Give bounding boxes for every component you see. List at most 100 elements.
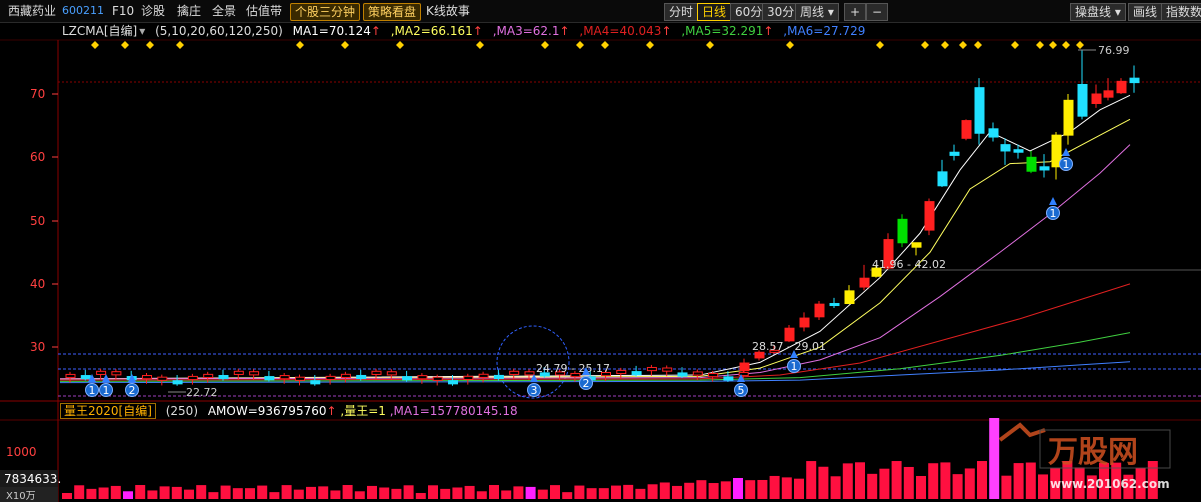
candle-body bbox=[692, 371, 703, 376]
volume-bar bbox=[794, 478, 804, 499]
volume-bar bbox=[684, 482, 695, 499]
y-tick-label: 30 bbox=[30, 340, 45, 354]
range-label: 41.96 - 42.02 bbox=[872, 258, 946, 271]
candle-body bbox=[723, 376, 734, 381]
volume-bar bbox=[952, 474, 963, 499]
volume-bar bbox=[452, 487, 463, 499]
volume-bar bbox=[769, 475, 780, 499]
signal-diamond-icon bbox=[786, 41, 794, 49]
candle-body bbox=[739, 362, 750, 372]
volume-bar bbox=[379, 487, 390, 499]
candle-body bbox=[662, 367, 673, 372]
candle-body bbox=[432, 376, 443, 381]
volume-bar bbox=[440, 488, 451, 499]
candle-body bbox=[493, 374, 504, 380]
volume-bar bbox=[513, 486, 524, 499]
candle-body bbox=[279, 375, 290, 380]
candle-body bbox=[1077, 84, 1088, 117]
candle-body bbox=[646, 366, 657, 372]
high-price-label: 76.99 bbox=[1098, 44, 1130, 57]
candle-body bbox=[1000, 144, 1011, 152]
candle-body bbox=[949, 151, 960, 156]
volume-bar bbox=[135, 485, 146, 499]
volume-bar bbox=[720, 481, 731, 499]
volume-bar bbox=[1013, 463, 1024, 499]
volume-bar bbox=[623, 484, 634, 499]
candle-body bbox=[249, 371, 260, 376]
volume-bar bbox=[855, 462, 865, 499]
candle-body bbox=[233, 370, 244, 375]
badge-number: 1 bbox=[791, 360, 798, 373]
volume-bar bbox=[635, 488, 646, 499]
volume-bar bbox=[659, 482, 670, 499]
volume-bar bbox=[672, 485, 682, 499]
signal-diamond-icon bbox=[941, 41, 949, 49]
volume-bar bbox=[489, 485, 499, 499]
volume-bar bbox=[745, 480, 756, 499]
volume-bar bbox=[159, 486, 170, 499]
candlesticks bbox=[65, 49, 1140, 386]
watermark-url: www.201062.com bbox=[1050, 477, 1170, 491]
range-label: 28.57 - 29.01 bbox=[752, 340, 826, 353]
volume-bars bbox=[62, 418, 1158, 499]
candle-body bbox=[386, 371, 397, 376]
signal-diamond-icon bbox=[296, 41, 304, 49]
volume-bar bbox=[708, 483, 719, 499]
volume-bar bbox=[281, 485, 292, 499]
candle-body bbox=[448, 380, 458, 385]
up-arrow-icon bbox=[102, 374, 110, 382]
volume-bar bbox=[903, 466, 914, 499]
badge-group: 1 1 2 325111 bbox=[85, 148, 1073, 397]
sub-current-value: 7834633. bbox=[4, 472, 61, 486]
low-price-label: 22.72 bbox=[186, 386, 218, 399]
volume-bar bbox=[989, 418, 1000, 499]
kline-chart[interactable]: 70 60 50 40 30 76.99 22.72 41.96 - 42.02… bbox=[0, 0, 1201, 502]
volume-bar bbox=[367, 485, 377, 499]
volume-bar bbox=[232, 488, 243, 499]
volume-bar bbox=[464, 485, 475, 499]
candle-body bbox=[1091, 93, 1102, 104]
signal-diamond-icon bbox=[1049, 41, 1057, 49]
candle-body bbox=[924, 201, 935, 231]
volume-bar bbox=[867, 473, 878, 499]
volume-bar bbox=[62, 493, 72, 499]
candle-body bbox=[631, 371, 642, 376]
candle-body bbox=[96, 370, 107, 375]
candle-body bbox=[187, 375, 198, 381]
volume-bar bbox=[806, 461, 817, 499]
candle-body bbox=[203, 373, 214, 379]
candle-body bbox=[80, 375, 91, 380]
volume-bar bbox=[757, 479, 768, 499]
volume-bar bbox=[964, 468, 975, 499]
volume-bar bbox=[1038, 474, 1048, 499]
y-tick-label: 60 bbox=[30, 150, 45, 164]
volume-bar bbox=[269, 492, 280, 499]
candle-body bbox=[1129, 77, 1140, 84]
signal-diamond-icon bbox=[1062, 41, 1070, 49]
volume-bar bbox=[647, 484, 658, 499]
volume-bar bbox=[147, 490, 158, 499]
signal-markers bbox=[91, 41, 1084, 49]
sub-y-tick-label: 1000 bbox=[6, 445, 37, 459]
candle-body bbox=[111, 371, 122, 376]
signal-diamond-icon bbox=[1036, 41, 1044, 49]
candle-body bbox=[371, 370, 382, 375]
volume-bar bbox=[123, 491, 133, 499]
volume-bar bbox=[245, 488, 255, 499]
volume-bar bbox=[354, 491, 365, 499]
ma3-line bbox=[59, 144, 1131, 380]
candle-body bbox=[844, 290, 855, 305]
candle-body bbox=[478, 373, 489, 378]
volume-bar bbox=[940, 462, 951, 499]
amow-value: AMOW=936795760 bbox=[207, 404, 327, 418]
volume-bar bbox=[330, 490, 341, 499]
volume-bar bbox=[98, 487, 109, 499]
candle-body bbox=[295, 376, 305, 381]
up-arrow-icon: ↑ bbox=[326, 404, 337, 418]
candle-body bbox=[677, 372, 688, 377]
candle-body bbox=[157, 376, 168, 381]
volume-bar bbox=[818, 466, 829, 499]
volume-bar bbox=[184, 489, 194, 499]
candle-body bbox=[814, 303, 825, 318]
sub-indicator-name[interactable]: 量王2020[自编] bbox=[60, 403, 156, 419]
